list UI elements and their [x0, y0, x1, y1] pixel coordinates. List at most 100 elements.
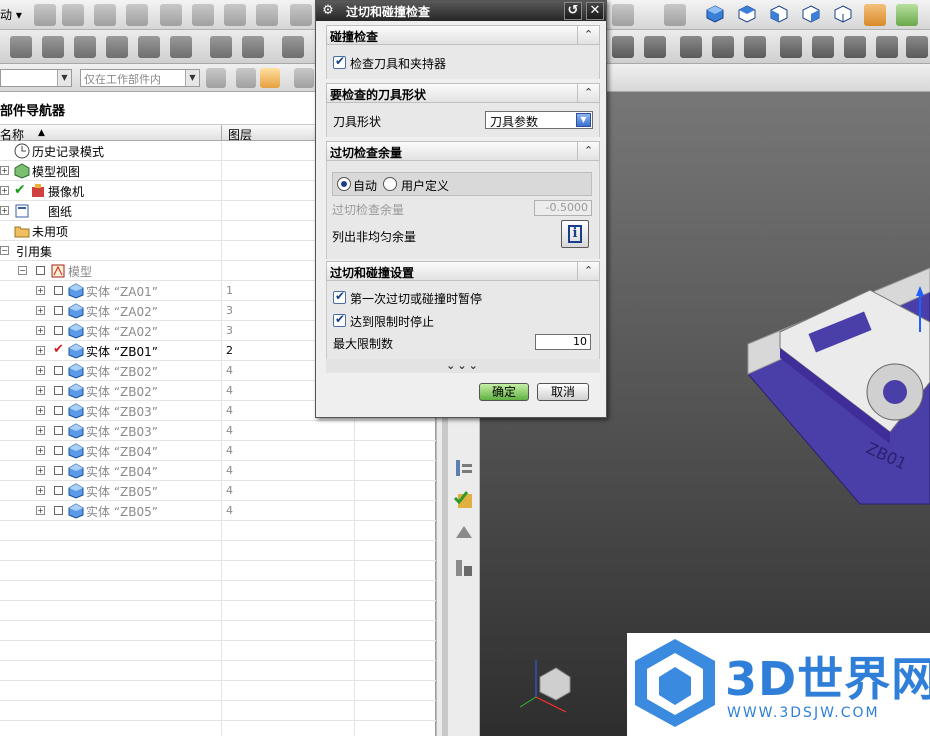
visibility-checkbox[interactable]: ✔	[53, 342, 64, 357]
collapse-icon[interactable]: ⌃	[577, 84, 599, 102]
feature-icon[interactable]	[712, 36, 734, 58]
feature-icon[interactable]	[812, 36, 834, 58]
collapse-icon[interactable]: −	[0, 246, 9, 255]
ok-button[interactable]: 确定	[479, 383, 529, 401]
snap-point-icon[interactable]	[294, 68, 314, 88]
pause-first-checkbox[interactable]	[333, 289, 346, 304]
zoom-icon[interactable]	[612, 4, 634, 26]
view-cube-right-icon[interactable]	[802, 5, 820, 23]
visibility-checkbox[interactable]	[54, 446, 63, 455]
selection-icon[interactable]	[260, 68, 280, 88]
info-button[interactable]: i	[561, 220, 589, 248]
feature-icon[interactable]	[74, 36, 96, 58]
gouge-stock-input[interactable]: -0.5000	[534, 200, 592, 216]
print-icon[interactable]	[126, 4, 148, 26]
expand-icon[interactable]: +	[36, 286, 45, 295]
feature-icon[interactable]	[906, 36, 928, 58]
feature-icon[interactable]	[138, 36, 160, 58]
expand-icon[interactable]: +	[36, 306, 45, 315]
snap-point-icon[interactable]	[236, 68, 256, 88]
render-style-icon[interactable]	[664, 4, 686, 26]
max-limit-input[interactable]: 10	[535, 334, 591, 350]
toolpath-icon[interactable]	[452, 456, 476, 480]
visibility-checkbox[interactable]	[54, 386, 63, 395]
view-cube-front-icon[interactable]	[770, 5, 788, 23]
layer-icon[interactable]	[864, 4, 886, 26]
dialog-titlebar[interactable]: ⚙ 过切和碰撞检查 ↺ ✕	[316, 1, 606, 21]
feature-icon[interactable]	[282, 36, 304, 58]
cancel-button[interactable]: 取消	[537, 383, 589, 401]
expand-icon[interactable]: +	[36, 406, 45, 415]
scope-dropdown[interactable]: 仅在工作部件内 ▼	[80, 69, 200, 87]
expand-icon[interactable]: +	[0, 206, 9, 215]
expand-icon[interactable]: +	[36, 346, 45, 355]
tool-shape-select[interactable]: 刀具参数 ▼	[485, 111, 593, 129]
collapse-icon[interactable]: −	[18, 266, 27, 275]
visibility-checkbox[interactable]	[54, 366, 63, 375]
expand-icon[interactable]: +	[36, 426, 45, 435]
feature-icon[interactable]	[844, 36, 866, 58]
reset-icon[interactable]: ↺	[564, 2, 582, 20]
feature-icon[interactable]	[644, 36, 666, 58]
expand-icon[interactable]: +	[36, 506, 45, 515]
visibility-checkbox[interactable]	[54, 506, 63, 515]
feature-icon[interactable]	[106, 36, 128, 58]
expand-icon[interactable]: +	[0, 166, 9, 175]
radio-user-defined[interactable]	[383, 177, 397, 191]
expand-icon[interactable]: +	[36, 326, 45, 335]
gear-icon[interactable]: ⚙	[320, 3, 336, 19]
section-gouge-settings[interactable]: 过切和碰撞设置 ⌃	[326, 261, 600, 281]
collapse-icon[interactable]: ⌃	[577, 142, 599, 160]
open-file-icon[interactable]	[62, 4, 84, 26]
expand-icon[interactable]: +	[36, 366, 45, 375]
type-filter-dropdown[interactable]: ▼	[0, 69, 72, 87]
filter-icon[interactable]	[206, 68, 226, 88]
view-cube-top-icon[interactable]	[738, 5, 756, 23]
section-gouge-stock[interactable]: 过切检查余量 ⌃	[326, 141, 600, 161]
visibility-checkbox[interactable]	[54, 466, 63, 475]
expand-icon[interactable]: +	[36, 466, 45, 475]
visibility-checkbox[interactable]	[54, 406, 63, 415]
view-cube-shaded-icon[interactable]	[706, 5, 724, 23]
collapse-icon[interactable]: ⌃	[577, 26, 599, 44]
visibility-checkbox[interactable]	[36, 266, 45, 275]
show-more-icon[interactable]: ⌄⌄⌄	[326, 359, 600, 373]
expand-icon[interactable]: +	[36, 386, 45, 395]
feature-icon[interactable]	[42, 36, 64, 58]
tree-node[interactable]: + 实体 “ZB03” 4	[0, 421, 436, 441]
close-icon[interactable]: ✕	[586, 2, 604, 20]
copy-icon[interactable]	[192, 4, 214, 26]
section-collision-check[interactable]: 碰撞检查 ⌃	[326, 25, 600, 45]
verify-icon[interactable]	[452, 488, 476, 512]
tree-node[interactable]: + 实体 “ZB04” 4	[0, 441, 436, 461]
expand-icon[interactable]: +	[36, 486, 45, 495]
check-tool-holder-checkbox[interactable]	[333, 54, 346, 69]
collapse-icon[interactable]: ⌃	[577, 262, 599, 280]
machine-icon[interactable]	[452, 520, 476, 544]
snap-icon[interactable]	[896, 4, 918, 26]
visibility-checkbox[interactable]	[54, 286, 63, 295]
feature-icon[interactable]	[170, 36, 192, 58]
stop-at-limit-checkbox[interactable]	[333, 312, 346, 327]
delete-icon[interactable]	[256, 4, 278, 26]
visibility-checkbox[interactable]	[54, 306, 63, 315]
feature-icon[interactable]	[242, 36, 264, 58]
feature-icon[interactable]	[680, 36, 702, 58]
paste-icon[interactable]	[224, 4, 246, 26]
feature-icon[interactable]	[876, 36, 898, 58]
feature-icon[interactable]	[612, 36, 634, 58]
view-cube-wire-icon[interactable]	[834, 5, 852, 23]
section-tool-shape[interactable]: 要检查的刀具形状 ⌃	[326, 83, 600, 103]
expand-icon[interactable]: +	[36, 446, 45, 455]
tool-icon[interactable]	[452, 556, 476, 580]
visibility-checkbox[interactable]	[54, 426, 63, 435]
feature-icon[interactable]	[744, 36, 766, 58]
cut-icon[interactable]	[160, 4, 182, 26]
feature-icon[interactable]	[210, 36, 232, 58]
undo-icon[interactable]	[290, 4, 312, 26]
tree-node[interactable]: + 实体 “ZB05” 4	[0, 501, 436, 521]
visibility-checkbox[interactable]	[54, 486, 63, 495]
save-icon[interactable]	[94, 4, 116, 26]
expand-icon[interactable]: +	[0, 186, 9, 195]
radio-auto[interactable]	[337, 177, 351, 191]
